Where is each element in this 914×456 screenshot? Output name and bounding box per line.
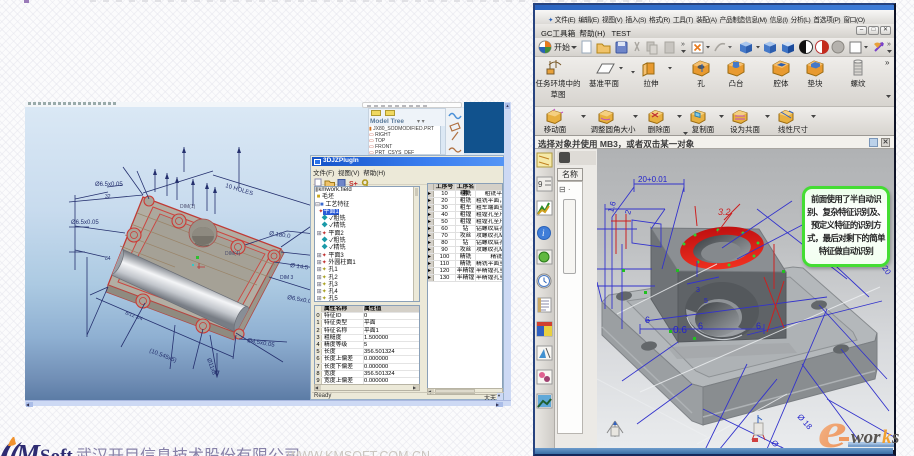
svg-text:0.6: 0.6: [673, 325, 687, 336]
svg-text:Ø6.5x0.05: Ø6.5x0.05: [95, 182, 123, 188]
svg-text:Ø4.5x0.05: Ø4.5x0.05: [247, 338, 276, 349]
svg-text:开始: 开始: [554, 42, 570, 52]
svg-text:Soft: Soft: [40, 446, 73, 456]
svg-text:5: 5: [704, 298, 708, 305]
svg-text:6: 6: [756, 321, 761, 331]
svg-text:3.2: 3.2: [718, 207, 731, 217]
svg-text:Ø 14.5: Ø 14.5: [290, 263, 309, 272]
svg-text:武汉开目信息技术股份有限公司: 武汉开目信息技术股份有限公司: [76, 447, 300, 456]
svg-text:»: »: [885, 58, 890, 67]
svg-text:M: M: [15, 439, 41, 456]
svg-text:»: »: [681, 41, 685, 48]
svg-text:32: 32: [105, 194, 111, 200]
svg-text:8/12 3/4: 8/12 3/4: [124, 310, 143, 322]
svg-text:wor: wor: [851, 427, 881, 448]
svg-text:WWW.KMSOFT.COM.CN: WWW.KMSOFT.COM.CN: [287, 449, 430, 456]
svg-text:6: 6: [698, 321, 703, 331]
svg-text:Ø 180.0: Ø 180.0: [269, 231, 292, 240]
svg-text:s: s: [891, 427, 899, 448]
svg-text:»: »: [887, 41, 891, 48]
svg-text:Ø6.5x0.05: Ø6.5x0.05: [71, 220, 99, 226]
svg-text:84: 84: [105, 256, 111, 262]
svg-text:6: 6: [645, 315, 650, 325]
svg-text:(10.545x5): (10.545x5): [148, 348, 177, 364]
svg-text:DIM(1): DIM(1): [180, 204, 196, 210]
svg-text:k: k: [882, 427, 892, 448]
svg-text:Ø11x8: Ø11x8: [205, 358, 217, 377]
svg-text:Ø 18: Ø 18: [796, 412, 815, 431]
svg-text:DIM 3: DIM 3: [280, 275, 294, 281]
svg-text:20+0.01: 20+0.01: [638, 175, 668, 184]
svg-text:9: 9: [538, 180, 543, 189]
svg-text:DIM(4): DIM(4): [225, 251, 241, 257]
svg-text:3: 3: [696, 287, 700, 294]
svg-text:e: e: [818, 413, 847, 453]
